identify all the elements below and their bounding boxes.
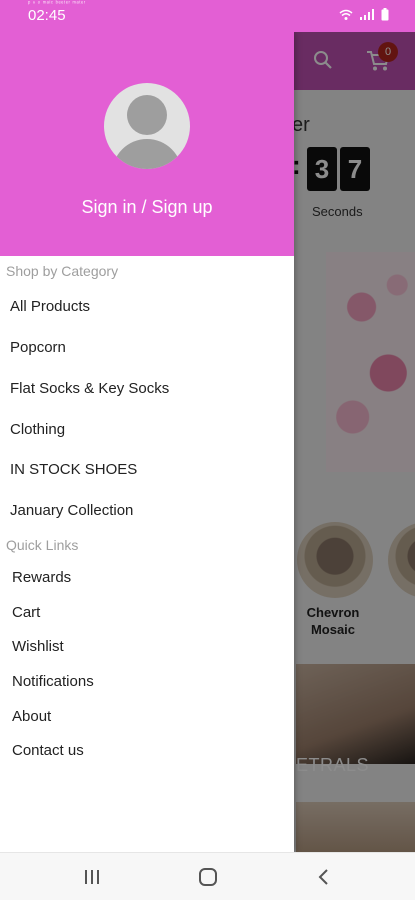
quick-link-contact-us[interactable]: Contact us <box>12 742 84 759</box>
drawer-scrim[interactable] <box>294 32 415 852</box>
shop-by-category-heading: Shop by Category <box>6 263 119 279</box>
sign-in-link[interactable]: Sign in / Sign up <box>0 197 294 218</box>
menu-item-popcorn[interactable]: Popcorn <box>10 339 66 356</box>
menu-item-clothing[interactable]: Clothing <box>10 421 65 438</box>
status-icons <box>339 8 389 26</box>
wifi-icon <box>339 8 353 26</box>
quick-link-wishlist[interactable]: Wishlist <box>12 638 64 655</box>
drawer-header: Sign in / Sign up <box>0 32 294 256</box>
menu-item-flat-socks[interactable]: Flat Socks & Key Socks <box>10 380 169 397</box>
avatar-placeholder-icon[interactable] <box>104 83 190 169</box>
menu-item-in-stock-shoes[interactable]: IN STOCK SHOES <box>10 461 137 478</box>
status-time: 02:45 <box>28 7 66 24</box>
navigation-drawer: Sign in / Sign up Shop by Category All P… <box>0 32 294 852</box>
quick-link-notifications[interactable]: Notifications <box>12 673 94 690</box>
signal-icon <box>359 8 375 26</box>
back-icon[interactable] <box>312 865 336 889</box>
quick-link-rewards[interactable]: Rewards <box>12 569 71 586</box>
quick-link-cart[interactable]: Cart <box>12 604 40 621</box>
home-icon[interactable] <box>196 865 220 889</box>
quick-links-heading: Quick Links <box>6 537 79 553</box>
system-navigation-bar <box>0 852 415 900</box>
battery-icon <box>381 8 389 26</box>
status-bar: ᵖ ⁿ ᵒ ᵐᵃᴵᶜ ᵇᵉᵉᵗᵉʳ ᵐᵃᵗᵉʳ 02:45 <box>0 0 415 32</box>
quick-link-about[interactable]: About <box>12 708 51 725</box>
menu-item-all-products[interactable]: All Products <box>10 298 90 315</box>
recent-apps-icon[interactable] <box>80 865 104 889</box>
menu-item-january-collection[interactable]: January Collection <box>10 502 133 519</box>
